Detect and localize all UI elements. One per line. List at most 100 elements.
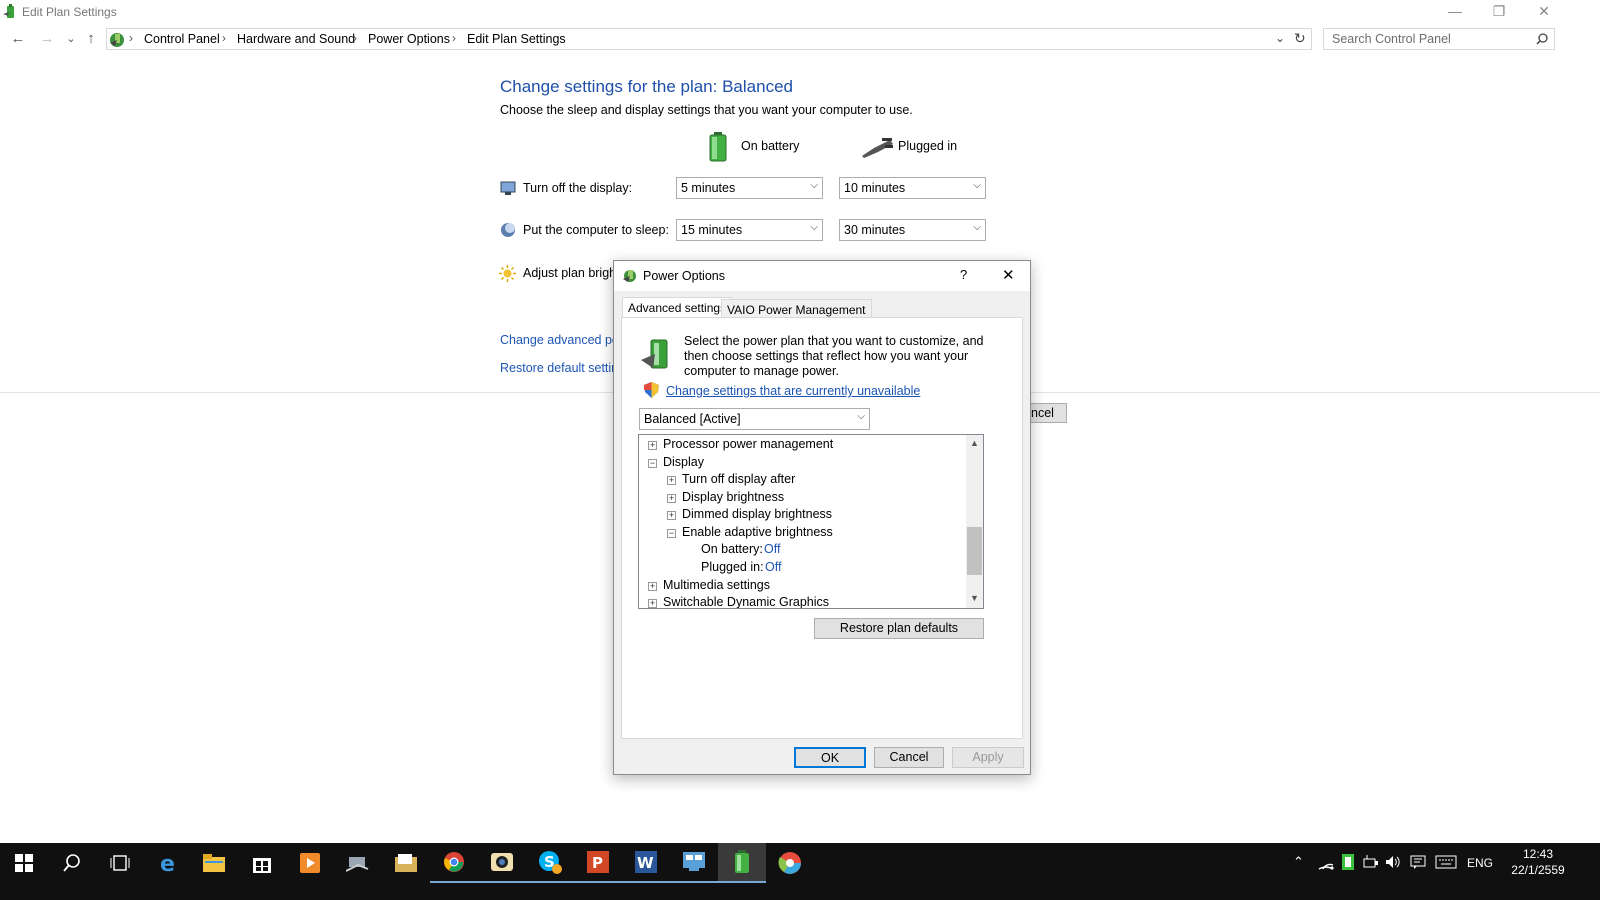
keyboard-icon[interactable] [1435,855,1457,869]
tree-item-switchable-dynamic-graphics[interactable]: Switchable Dynamic Graphics [663,595,829,608]
close-button[interactable]: ✕ [1521,0,1567,24]
tree-item-display-brightness[interactable]: Display brightness [682,490,784,504]
address-dropdown-button[interactable]: ⌄ [1275,31,1285,45]
expand-icon[interactable]: + [648,599,657,608]
taskbar-power-options[interactable] [718,843,766,883]
taskbar-skype[interactable]: S [526,843,574,883]
breadcrumb-control-panel[interactable]: Control Panel [144,32,220,46]
breadcrumb-edit-plan-settings[interactable]: Edit Plan Settings [467,32,566,46]
power-plug-tray-icon[interactable] [1363,855,1379,869]
clock[interactable]: 12:43 22/1/2559 [1510,847,1566,877]
address-bar[interactable]: › Control Panel › Hardware and Sound › P… [106,28,1312,50]
dialog-close-button[interactable]: ✕ [1002,266,1015,284]
ok-button[interactable]: OK [794,747,866,768]
play-icon [300,853,320,873]
tree-item-dimmed-display-brightness[interactable]: Dimmed display brightness [682,507,832,521]
taskbar-edge[interactable]: e [144,843,192,883]
search-input[interactable]: Search Control Panel [1332,32,1451,46]
sleep-battery-select[interactable]: 15 minutes ⌵ [676,219,823,241]
settings-tree[interactable]: + Processor power management − Display +… [638,434,984,609]
scroll-down-arrow-icon[interactable]: ▼ [970,593,979,603]
collapse-icon[interactable]: − [667,529,676,538]
search-box[interactable]: Search Control Panel [1323,28,1555,50]
search-icon[interactable] [1536,33,1548,45]
search-taskbar-button[interactable] [48,843,96,883]
up-button[interactable]: ↑ [81,28,101,50]
wifi-icon[interactable] [1318,856,1334,870]
scroll-up-arrow-icon[interactable]: ▲ [970,438,979,448]
power-options-icon [3,4,14,18]
expand-icon[interactable]: + [648,582,657,591]
collapse-icon[interactable]: − [648,459,657,468]
tree-item-on-battery-label[interactable]: On battery: [701,542,763,556]
task-view-icon [110,855,130,871]
cancel-button[interactable]: Cancel [874,747,944,768]
minimize-button[interactable]: — [1432,0,1478,24]
tab-vaio-power-management[interactable]: VAIO Power Management [721,299,872,319]
on-battery-value[interactable]: Off [764,542,780,556]
recent-locations-button[interactable]: ⌄ [61,28,81,50]
taskbar-network-app[interactable] [334,843,382,883]
taskbar-powerpoint[interactable]: P [574,843,622,883]
column-on-battery: On battery [741,139,800,153]
restore-default-settings-link[interactable]: Restore default settings for this plan [500,361,613,375]
tree-item-display[interactable]: Display [663,455,704,469]
taskbar-chrome[interactable] [430,843,478,883]
sleep-plugged-select[interactable]: 30 minutes ⌵ [839,219,986,241]
action-center-icon[interactable] [1410,855,1426,869]
help-button[interactable]: ? [960,267,967,282]
tree-item-plugged-in-label[interactable]: Plugged in: [701,560,764,574]
task-view-button[interactable] [96,843,144,883]
tree-item-turn-off-display-after[interactable]: Turn off display after [682,472,795,486]
expand-icon[interactable]: + [648,441,657,450]
taskbar-color-app[interactable] [766,843,814,883]
search-icon [63,854,80,872]
skype-icon: S [539,851,562,874]
tree-item-multimedia-settings[interactable]: Multimedia settings [663,578,770,592]
store-icon [253,858,271,873]
start-button[interactable] [0,843,48,883]
taskbar-store[interactable] [238,843,286,883]
taskbar-media-player[interactable] [286,843,334,883]
word-icon: W [635,851,657,873]
breadcrumb-hardware-and-sound[interactable]: Hardware and Sound [237,32,355,46]
breadcrumb-power-options[interactable]: Power Options [368,32,450,46]
expand-icon[interactable]: + [667,494,676,503]
back-button[interactable]: ← [8,28,28,50]
powerpoint-icon: P [587,851,609,873]
breadcrumb-separator[interactable]: › [452,31,456,45]
apply-button[interactable]: Apply [952,747,1024,768]
scrollbar-thumb[interactable] [967,527,982,575]
battery-tray-icon[interactable] [1341,853,1355,871]
volume-icon[interactable] [1385,855,1401,869]
taskbar-camera-app[interactable] [478,843,526,883]
documents-folder-icon [395,854,417,872]
intro-line: computer to manage power. [684,364,839,378]
change-unavailable-settings-link[interactable]: Change settings that are currently unava… [666,384,920,398]
restore-plan-defaults-button[interactable]: Restore plan defaults [814,618,984,639]
taskbar-control-panel[interactable] [670,843,718,883]
plugged-in-value[interactable]: Off [765,560,781,574]
tree-scrollbar[interactable]: ▲ ▼ [966,435,983,608]
breadcrumb-separator[interactable]: › [222,31,226,45]
display-battery-select[interactable]: 5 minutes ⌵ [676,177,823,199]
expand-icon[interactable]: + [667,476,676,485]
intro-text: Select the power plan that you want to c… [684,334,983,379]
tree-item-enable-adaptive-brightness[interactable]: Enable adaptive brightness [682,525,833,539]
display-plugged-select[interactable]: 10 minutes ⌵ [839,177,986,199]
show-hidden-icons-chevron-icon[interactable]: ⌃ [1293,854,1304,870]
taskbar-file-explorer[interactable] [190,843,238,883]
power-plan-select[interactable]: Balanced [Active] ⌵ [639,408,870,430]
tree-item-processor-power-management[interactable]: Processor power management [663,437,833,451]
expand-icon[interactable]: + [667,511,676,520]
restore-button[interactable]: ❐ [1476,0,1522,24]
forward-button[interactable]: → [37,28,57,50]
refresh-button[interactable]: ↻ [1294,30,1306,47]
display-icon [500,181,516,195]
taskbar-word[interactable]: W [622,843,670,883]
breadcrumb-separator[interactable]: › [353,31,357,45]
change-advanced-settings-link[interactable]: Change advanced power settings [500,333,613,347]
language-indicator[interactable]: ENG [1467,856,1493,870]
taskbar-app-folder[interactable] [382,843,430,883]
tab-advanced-settings[interactable]: Advanced settings [622,297,733,319]
